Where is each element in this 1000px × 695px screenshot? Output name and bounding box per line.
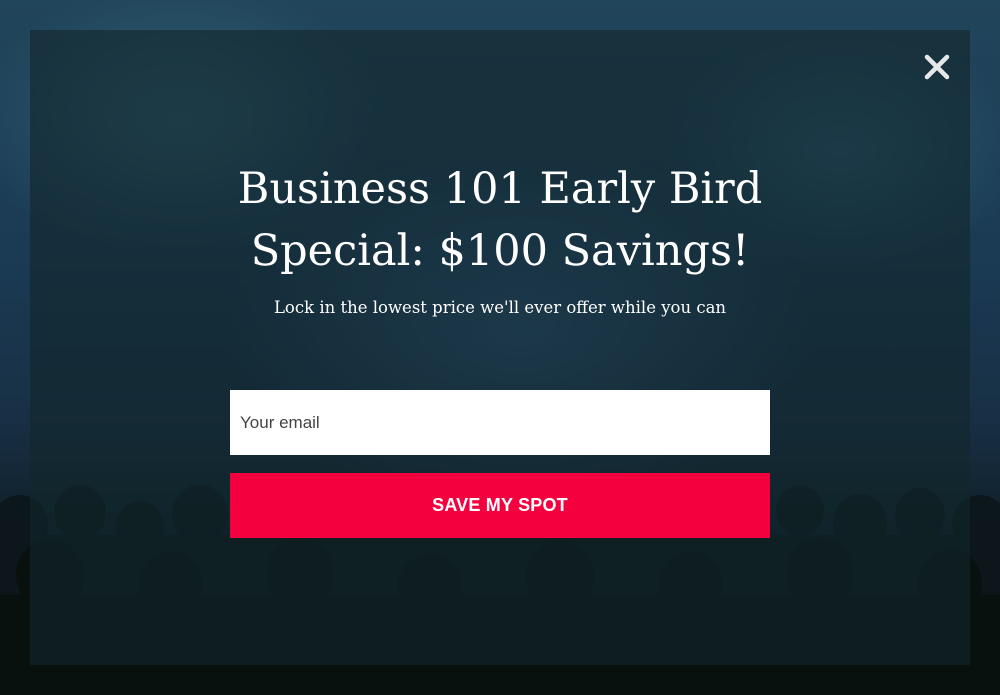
popup-subheadline: Lock in the lowest price we'll ever offe…: [273, 298, 727, 317]
close-icon: [924, 54, 950, 80]
save-my-spot-button[interactable]: SAVE MY SPOT: [230, 473, 770, 538]
email-input[interactable]: [230, 390, 770, 455]
popup-headline: Business 101 Early Bird Special: $100 Sa…: [237, 164, 763, 276]
close-button[interactable]: [920, 50, 954, 84]
popup-overlay: [30, 30, 970, 665]
